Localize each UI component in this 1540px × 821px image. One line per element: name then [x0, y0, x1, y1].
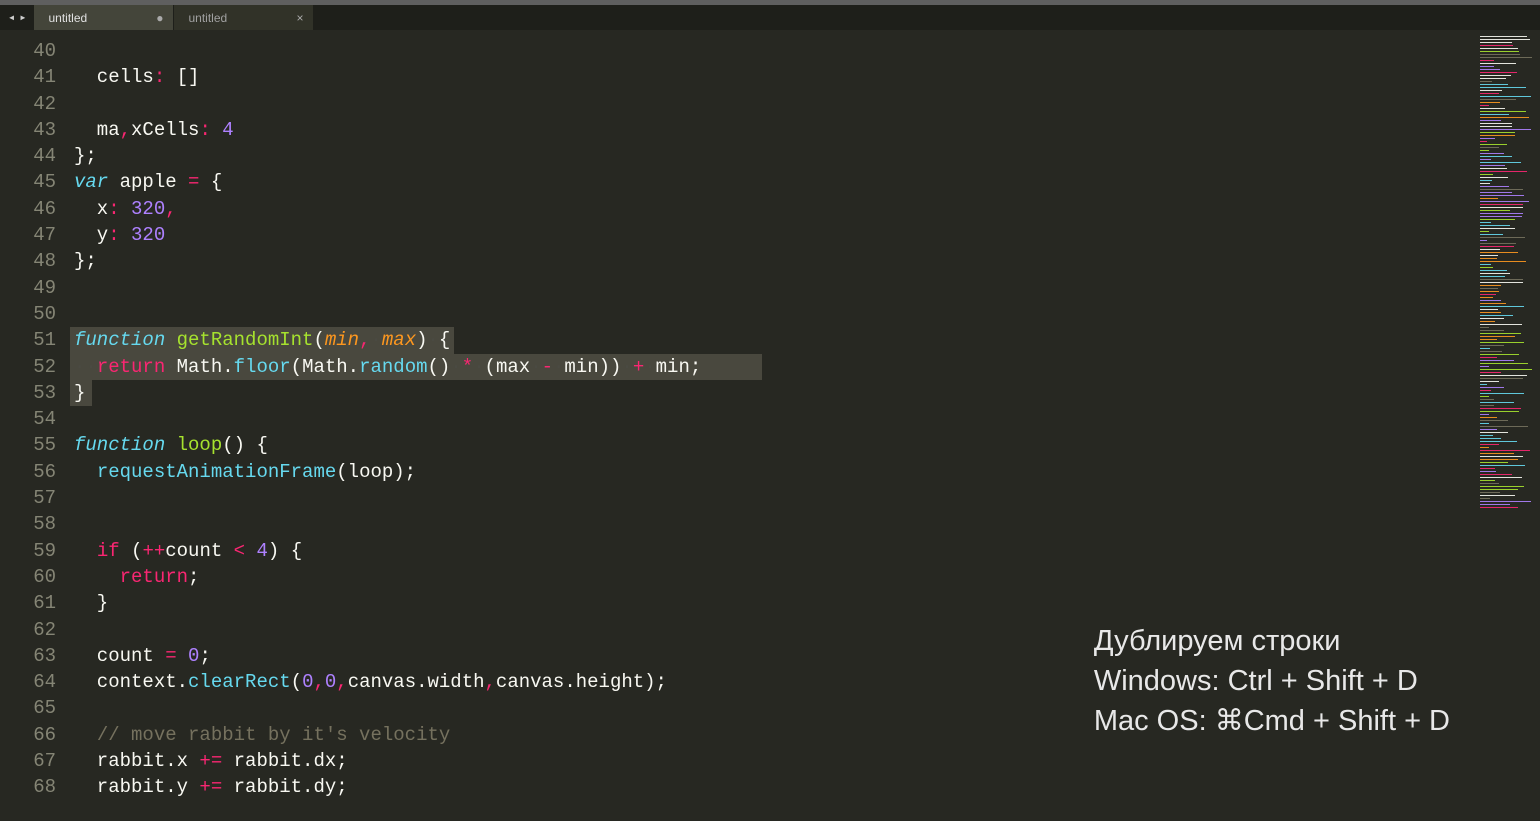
line-gutter: 4041424344454647484950515253545556575859…: [0, 30, 70, 821]
code-line[interactable]: ma,xCells: 4: [70, 117, 1478, 143]
line-number: 66: [0, 722, 56, 748]
line-number: 65: [0, 695, 56, 721]
code-line[interactable]: [70, 406, 1478, 432]
line-number: 61: [0, 590, 56, 616]
line-number: 47: [0, 222, 56, 248]
line-number: 67: [0, 748, 56, 774]
minimap[interactable]: [1478, 30, 1540, 821]
line-number: 53: [0, 380, 56, 406]
line-number: 44: [0, 143, 56, 169]
code-line[interactable]: x: 320,: [70, 196, 1478, 222]
code-line[interactable]: [70, 301, 1478, 327]
code-line[interactable]: y: 320: [70, 222, 1478, 248]
tab-bar: ◂ ▸ untitled ● untitled ×: [0, 5, 1540, 30]
line-number: 58: [0, 511, 56, 537]
nav-forward-icon[interactable]: ▸: [19, 10, 26, 25]
overlay-line-1: Дублируем строки: [1094, 621, 1450, 661]
line-number: 63: [0, 643, 56, 669]
code-line[interactable]: [70, 511, 1478, 537]
line-number: 57: [0, 485, 56, 511]
code-line[interactable]: }: [70, 380, 1478, 406]
overlay-line-3: Mac OS: ⌘Cmd + Shift + D: [1094, 701, 1450, 741]
close-icon[interactable]: ×: [296, 11, 303, 25]
line-number: 56: [0, 459, 56, 485]
tab-label: untitled: [48, 11, 87, 25]
line-number: 48: [0, 248, 56, 274]
code-line[interactable]: function loop() {: [70, 432, 1478, 458]
code-line[interactable]: };: [70, 143, 1478, 169]
line-number: 68: [0, 774, 56, 800]
line-number: 42: [0, 91, 56, 117]
line-number: 50: [0, 301, 56, 327]
nav-arrows: ◂ ▸: [0, 5, 34, 30]
tab-dirty-indicator-icon: ●: [156, 11, 163, 25]
tab-label: untitled: [188, 11, 227, 25]
line-number: 59: [0, 538, 56, 564]
editor: 4041424344454647484950515253545556575859…: [0, 30, 1540, 821]
code-line[interactable]: ··return·Math.floor(Math.random()·*·(max…: [70, 354, 1478, 380]
tab-untitled-2[interactable]: untitled ×: [174, 5, 314, 30]
code-line[interactable]: [70, 485, 1478, 511]
line-number: 43: [0, 117, 56, 143]
code-line[interactable]: [70, 38, 1478, 64]
code-line[interactable]: if (++count < 4) {: [70, 538, 1478, 564]
code-line[interactable]: rabbit.y += rabbit.dy;: [70, 774, 1478, 800]
line-number: 55: [0, 432, 56, 458]
overlay-line-2: Windows: Ctrl + Shift + D: [1094, 661, 1450, 701]
shortcut-overlay: Дублируем строки Windows: Ctrl + Shift +…: [1094, 621, 1450, 741]
line-number: 64: [0, 669, 56, 695]
code-line[interactable]: }: [70, 590, 1478, 616]
line-number: 41: [0, 64, 56, 90]
code-line[interactable]: return;: [70, 564, 1478, 590]
line-number: 51: [0, 327, 56, 353]
code-line[interactable]: requestAnimationFrame(loop);: [70, 459, 1478, 485]
line-number: 60: [0, 564, 56, 590]
code-line[interactable]: };: [70, 248, 1478, 274]
nav-back-icon[interactable]: ◂: [8, 10, 15, 25]
code-line[interactable]: rabbit.x += rabbit.dx;: [70, 748, 1478, 774]
line-number: 49: [0, 275, 56, 301]
line-number: 46: [0, 196, 56, 222]
line-number: 40: [0, 38, 56, 64]
code-line[interactable]: [70, 91, 1478, 117]
line-number: 54: [0, 406, 56, 432]
code-line[interactable]: function·getRandomInt(min,·max)·{: [70, 327, 1478, 353]
line-number: 45: [0, 169, 56, 195]
code-line[interactable]: cells: []: [70, 64, 1478, 90]
line-number: 62: [0, 617, 56, 643]
tab-untitled-1[interactable]: untitled ●: [34, 5, 174, 30]
code-line[interactable]: var apple = {: [70, 169, 1478, 195]
code-line[interactable]: [70, 275, 1478, 301]
line-number: 52: [0, 354, 56, 380]
